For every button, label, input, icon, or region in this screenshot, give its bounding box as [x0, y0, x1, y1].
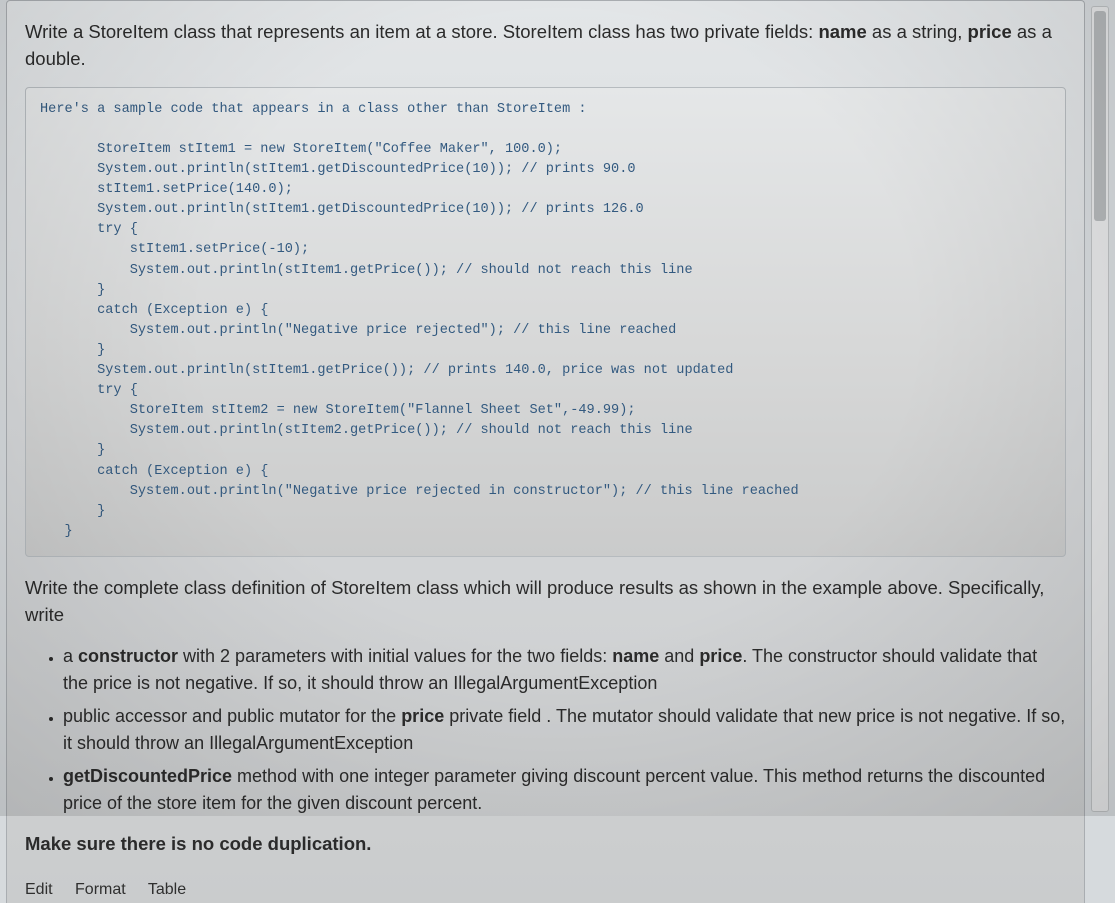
vertical-scrollbar[interactable]: [1091, 6, 1109, 812]
toolbar-format-button[interactable]: Format: [75, 881, 126, 898]
kw-price: price: [699, 646, 742, 666]
field-price: price: [968, 21, 1012, 42]
intro-text: as a string,: [867, 21, 968, 42]
kw-constructor: constructor: [78, 646, 178, 666]
code-lead: Here's a sample code that appears in a c…: [40, 102, 587, 117]
editor-toolbar: Edit Format Table: [25, 881, 1066, 903]
no-duplication-note: Make sure there is no code duplication.: [25, 831, 1066, 858]
code-body: StoreItem stItem1 = new StoreItem("Coffe…: [40, 142, 799, 539]
list-item: a constructor with 2 parameters with ini…: [63, 643, 1066, 697]
scrollbar-thumb[interactable]: [1094, 11, 1106, 221]
intro-text: Write a StoreItem class that represents …: [25, 21, 818, 42]
text: public accessor and public mutator for t…: [63, 706, 401, 726]
text: and: [659, 646, 699, 666]
problem-intro: Write a StoreItem class that represents …: [25, 19, 1066, 73]
question-card: Write a StoreItem class that represents …: [6, 0, 1085, 903]
list-item: getDiscountedPrice method with one integ…: [63, 763, 1066, 817]
text: with 2 parameters with initial values fo…: [178, 646, 612, 666]
kw-name: name: [612, 646, 659, 666]
text: a: [63, 646, 78, 666]
instruction-para: Write the complete class definition of S…: [25, 575, 1066, 629]
toolbar-table-button[interactable]: Table: [148, 881, 186, 898]
requirements-list: a constructor with 2 parameters with ini…: [25, 643, 1066, 817]
kw-method: getDiscountedPrice: [63, 766, 232, 786]
sample-code-block: Here's a sample code that appears in a c…: [25, 87, 1066, 557]
toolbar-edit-button[interactable]: Edit: [25, 881, 53, 898]
list-item: public accessor and public mutator for t…: [63, 703, 1066, 757]
field-name: name: [818, 21, 866, 42]
kw-price: price: [401, 706, 444, 726]
